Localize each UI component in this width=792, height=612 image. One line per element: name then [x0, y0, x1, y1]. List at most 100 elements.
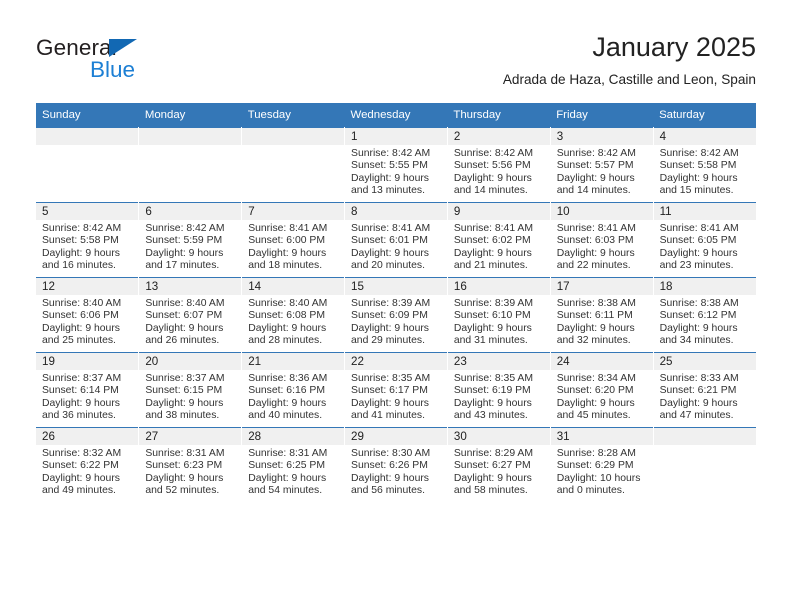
calendar-day-cell[interactable]: 11 Sunrise: 8:41 AM Sunset: 6:05 PM Dayligh…	[653, 202, 756, 278]
day-info-line: and 17 minutes.	[145, 259, 220, 271]
calendar-day-cell[interactable]: 15 Sunrise: 8:39 AM Sunset: 6:09 PM Dayligh…	[344, 277, 448, 353]
page-header: General Blue January 2025 Adrada de Haza…	[0, 0, 792, 103]
calendar-day-cell[interactable]: 10 Sunrise: 8:41 AM Sunset: 6:03 PM Dayligh…	[550, 202, 654, 278]
day-number: 4	[653, 128, 756, 145]
day-number: 15	[345, 278, 447, 295]
weekday-header-saturday: Saturday	[653, 103, 756, 128]
day-info-line: Sunrise: 8:31 AM	[248, 448, 328, 459]
day-sun-info: Sunrise: 8:42 AM Sunset: 5:57 PM Daylight:…	[551, 145, 653, 197]
day-info-line: Sunrise: 8:30 AM	[351, 448, 431, 459]
day-info-line: Daylight: 9 hours	[145, 322, 224, 334]
day-info-line: and 56 minutes.	[351, 484, 425, 496]
day-info-line: Sunset: 6:00 PM	[248, 235, 326, 247]
calendar-day-cell[interactable]: 18 Sunrise: 8:38 AM Sunset: 6:12 PM Dayligh…	[653, 277, 756, 353]
calendar-day-cell[interactable]: 7 Sunrise: 8:41 AM Sunset: 6:00 PM Daylight…	[241, 202, 346, 278]
day-info-line: Daylight: 9 hours	[453, 472, 532, 484]
day-info-line: Daylight: 9 hours	[659, 247, 738, 259]
calendar-day-cell[interactable]: 27 Sunrise: 8:31 AM Sunset: 6:23 PM Dayligh…	[138, 427, 243, 503]
day-info-line: and 28 minutes.	[248, 334, 323, 346]
day-number	[653, 428, 756, 445]
page-subtitle: Adrada de Haza, Castille and Leon, Spain	[502, 72, 756, 87]
day-number	[139, 128, 242, 145]
day-number: 6	[139, 203, 242, 220]
weekday-header-friday: Friday	[550, 103, 654, 128]
calendar-day-cell[interactable]: 6 Sunrise: 8:42 AM Sunset: 5:59 PM Daylight…	[138, 202, 243, 278]
day-number: 22	[345, 353, 447, 370]
calendar-day-cell[interactable]: 14 Sunrise: 8:40 AM Sunset: 6:08 PM Dayligh…	[241, 277, 346, 353]
day-sun-info: Sunrise: 8:42 AM Sunset: 5:55 PM Daylight:…	[345, 145, 447, 197]
calendar-day-cell[interactable]: 26 Sunrise: 8:32 AM Sunset: 6:22 PM Dayligh…	[36, 427, 140, 503]
calendar-day-cell[interactable]: 12 Sunrise: 8:40 AM Sunset: 6:06 PM Dayligh…	[36, 277, 140, 353]
calendar-day-cell[interactable]: 9 Sunrise: 8:41 AM Sunset: 6:02 PM Daylight…	[447, 202, 551, 278]
calendar-day-cell[interactable]: 13 Sunrise: 8:40 AM Sunset: 6:07 PM Dayligh…	[138, 277, 243, 353]
day-info-line: Sunrise: 8:39 AM	[453, 298, 534, 309]
day-sun-info	[654, 445, 756, 448]
calendar-day-cell[interactable]: 21 Sunrise: 8:36 AM Sunset: 6:16 PM Dayligh…	[241, 352, 346, 428]
day-info-line: Sunset: 5:59 PM	[145, 235, 223, 247]
weekday-header-sunday: Sunday	[36, 103, 139, 128]
calendar-day-cell[interactable]: 5 Sunrise: 8:42 AM Sunset: 5:58 PM Daylight…	[36, 202, 140, 278]
day-info-line: Sunset: 6:05 PM	[659, 235, 737, 247]
day-info-line: Sunrise: 8:41 AM	[248, 223, 328, 234]
day-info-line: Sunrise: 8:38 AM	[556, 298, 636, 309]
day-sun-info: Sunrise: 8:42 AM Sunset: 5:59 PM Daylight:…	[139, 220, 241, 272]
day-number: 29	[345, 428, 447, 445]
day-info-line: Sunset: 6:22 PM	[42, 460, 119, 472]
day-info-line: Sunset: 6:02 PM	[453, 235, 531, 247]
calendar-day-cell[interactable]: 22 Sunrise: 8:35 AM Sunset: 6:17 PM Dayligh…	[344, 352, 448, 428]
calendar-day-cell[interactable]: 23 Sunrise: 8:35 AM Sunset: 6:19 PM Dayligh…	[447, 352, 551, 428]
logo-text-blue: Blue	[90, 57, 136, 82]
page-title: January 2025	[592, 32, 756, 62]
calendar-day-cell[interactable]: 29 Sunrise: 8:30 AM Sunset: 6:26 PM Dayligh…	[344, 427, 448, 503]
calendar-day-cell[interactable]: 16 Sunrise: 8:39 AM Sunset: 6:10 PM Dayligh…	[447, 277, 551, 353]
day-info-line: Sunset: 6:16 PM	[248, 385, 326, 397]
day-info-line: and 0 minutes.	[556, 484, 625, 496]
day-info-line: Sunset: 6:23 PM	[145, 460, 223, 472]
calendar-day-cell[interactable]: 3 Sunrise: 8:42 AM Sunset: 5:57 PM Daylight…	[550, 127, 654, 203]
calendar-day-cell[interactable]: 24 Sunrise: 8:34 AM Sunset: 6:20 PM Dayligh…	[550, 352, 654, 428]
calendar-day-cell[interactable]: 19 Sunrise: 8:37 AM Sunset: 6:14 PM Dayligh…	[36, 352, 140, 428]
day-sun-info: Sunrise: 8:34 AM Sunset: 6:20 PM Daylight:…	[551, 370, 653, 422]
day-info-line: and 29 minutes.	[351, 334, 425, 346]
calendar-week-row: 1 Sunrise: 8:42 AM Sunset: 5:55 PM Daylight…	[36, 127, 756, 203]
day-info-line: Daylight: 9 hours	[145, 472, 224, 484]
day-info-line: Sunrise: 8:39 AM	[351, 298, 431, 309]
day-info-line: Sunrise: 8:37 AM	[42, 373, 122, 384]
day-info-line: and 36 minutes.	[42, 409, 116, 421]
day-sun-info: Sunrise: 8:41 AM Sunset: 6:00 PM Daylight:…	[242, 220, 344, 272]
day-info-line: and 47 minutes.	[659, 409, 734, 421]
day-sun-info: Sunrise: 8:42 AM Sunset: 5:56 PM Daylight:…	[448, 145, 550, 197]
day-info-line: Sunrise: 8:42 AM	[42, 223, 122, 234]
day-info-line: Daylight: 9 hours	[42, 472, 120, 484]
calendar-day-cell[interactable]: 31 Sunrise: 8:28 AM Sunset: 6:29 PM Dayligh…	[550, 427, 654, 503]
calendar-day-cell[interactable]: 30 Sunrise: 8:29 AM Sunset: 6:27 PM Dayligh…	[447, 427, 551, 503]
day-info-line: Daylight: 9 hours	[351, 397, 430, 409]
day-number: 23	[447, 353, 550, 370]
day-info-line: and 34 minutes.	[659, 334, 734, 346]
weekday-header-thursday: Thursday	[447, 103, 551, 128]
calendar-day-cell[interactable]: 1 Sunrise: 8:42 AM Sunset: 5:55 PM Daylight…	[344, 127, 448, 203]
day-number: 21	[242, 353, 345, 370]
day-info-line: Sunset: 6:08 PM	[248, 310, 326, 322]
day-info-line: and 22 minutes.	[556, 259, 631, 271]
day-number: 28	[242, 428, 345, 445]
calendar-day-cell[interactable]: 17 Sunrise: 8:38 AM Sunset: 6:11 PM Dayligh…	[550, 277, 654, 353]
day-info-line: Daylight: 9 hours	[659, 397, 738, 409]
day-info-line: Daylight: 9 hours	[248, 247, 327, 259]
day-info-line: Sunrise: 8:38 AM	[659, 298, 739, 309]
day-info-line: Sunset: 6:10 PM	[453, 310, 531, 322]
calendar-day-cell[interactable]: 20 Sunrise: 8:37 AM Sunset: 6:15 PM Dayligh…	[138, 352, 243, 428]
calendar-day-cell[interactable]: 4 Sunrise: 8:42 AM Sunset: 5:58 PM Daylight…	[653, 127, 756, 203]
day-info-line: Sunset: 6:21 PM	[659, 385, 737, 397]
calendar-day-cell[interactable]: 28 Sunrise: 8:31 AM Sunset: 6:25 PM Dayligh…	[241, 427, 346, 503]
day-sun-info: Sunrise: 8:40 AM Sunset: 6:07 PM Daylight:…	[139, 295, 241, 347]
calendar-day-cell[interactable]: 25 Sunrise: 8:33 AM Sunset: 6:21 PM Dayligh…	[653, 352, 756, 428]
day-number: 2	[447, 128, 550, 145]
day-info-line: Sunset: 6:07 PM	[145, 310, 223, 322]
day-info-line: Sunrise: 8:34 AM	[556, 373, 636, 384]
day-info-line: Sunrise: 8:31 AM	[145, 448, 225, 459]
calendar-day-cell[interactable]: 8 Sunrise: 8:41 AM Sunset: 6:01 PM Daylight…	[344, 202, 448, 278]
calendar-day-cell[interactable]: 2 Sunrise: 8:42 AM Sunset: 5:56 PM Daylight…	[447, 127, 551, 203]
day-info-line: Daylight: 9 hours	[248, 397, 327, 409]
day-info-line: Daylight: 9 hours	[351, 472, 430, 484]
